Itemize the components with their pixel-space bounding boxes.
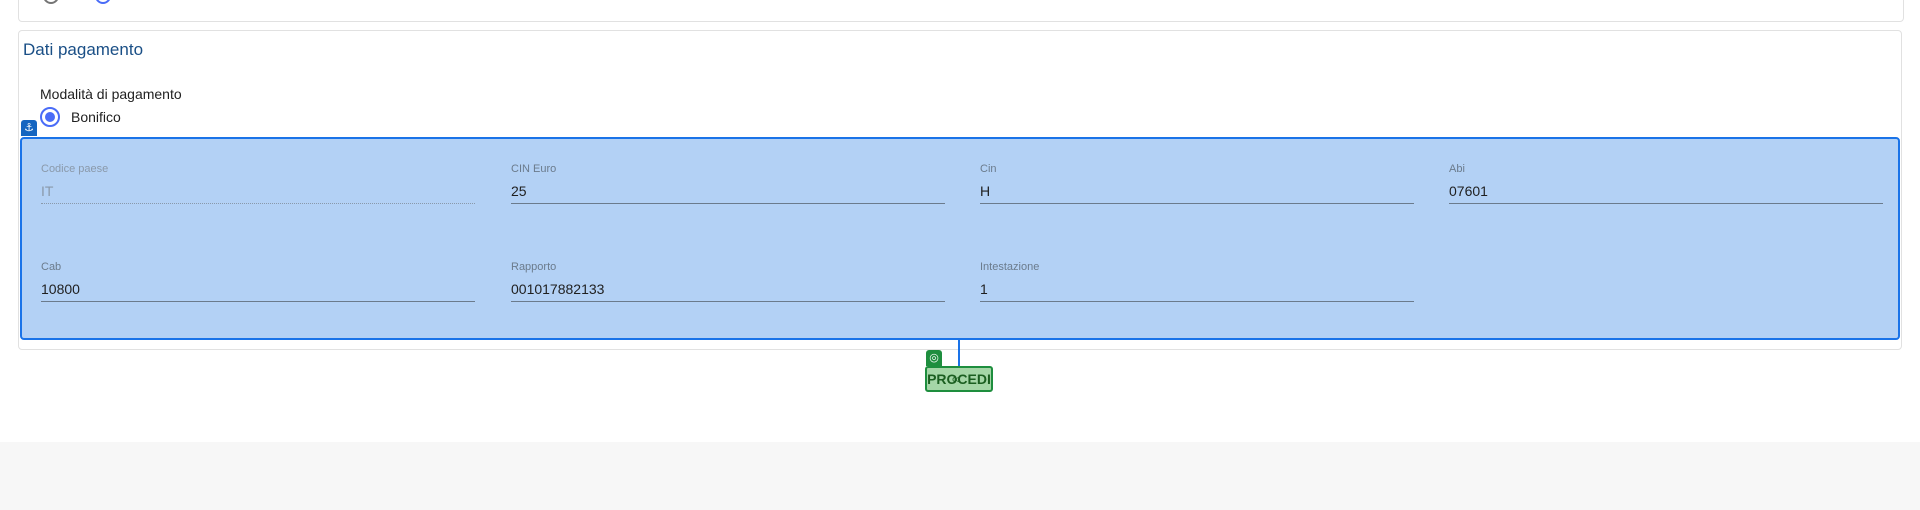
payment-option-bonifico[interactable]: Bonifico [40,107,121,127]
cin-input[interactable]: H [980,181,1414,204]
abi-input[interactable]: 07601 [1449,181,1883,204]
cin-field[interactable]: Cin H [980,163,1414,204]
intestazione-field[interactable]: Intestazione 1 [980,261,1414,302]
radio-button[interactable] [40,107,60,127]
rapporto-label: Rapporto [511,261,557,273]
intestazione-input[interactable]: 1 [980,279,1414,302]
footer-background [0,442,1920,510]
cab-input[interactable]: 10800 [41,279,475,302]
country-code-field: Codice paese IT [41,163,475,204]
cab-field[interactable]: Cab 10800 [41,261,475,302]
cin-label: Cin [980,163,997,175]
bank-details-group: Codice paese IT CIN Euro 25 Cin H Abi 07… [20,137,1900,340]
previous-section-card [18,0,1904,22]
rapporto-field[interactable]: Rapporto 001017882133 [511,261,945,302]
payment-option-label: Bonifico [71,109,121,125]
intestazione-label: Intestazione [980,261,1040,273]
cab-label: Cab [41,261,62,273]
country-code-label: Codice paese [41,163,109,175]
section-title: Dati pagamento [23,40,144,59]
payment-method-label: Modalità di pagamento [40,86,182,102]
radio-selected-dot [45,112,55,122]
abi-field[interactable]: Abi 07601 [1449,163,1883,204]
anchor-icon: ⚓ [21,120,37,136]
cin-euro-input[interactable]: 25 [511,181,945,204]
rapporto-input[interactable]: 001017882133 [511,279,945,302]
abi-label: Abi [1449,163,1465,175]
country-code-input: IT [41,181,475,204]
cin-euro-field[interactable]: CIN Euro 25 [511,163,945,204]
link-icon: ∞ [952,372,961,386]
target-icon: ◎ [926,350,942,366]
connector-line [958,340,960,368]
cin-euro-label: CIN Euro [511,163,557,175]
